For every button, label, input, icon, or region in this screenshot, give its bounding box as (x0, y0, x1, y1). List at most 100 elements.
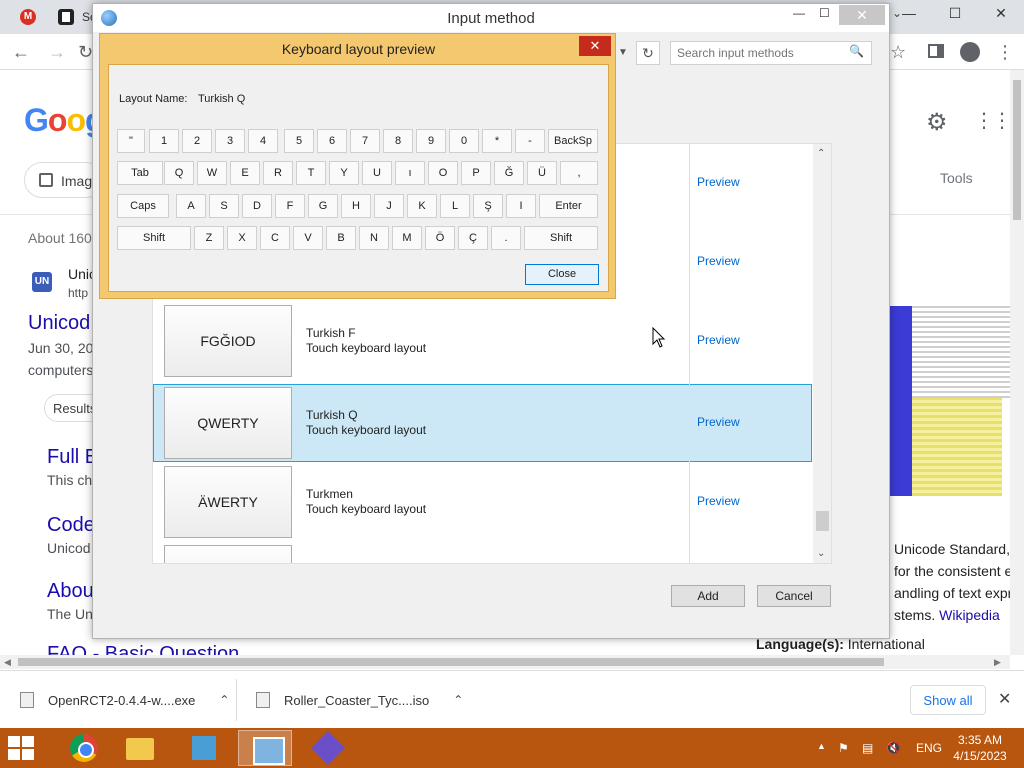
wikipedia-link[interactable]: Wikipedia (939, 607, 1000, 623)
maximize-icon[interactable]: ☐ (932, 0, 978, 28)
installer-taskbar-icon[interactable] (300, 730, 354, 766)
scroll-left-icon[interactable]: ◀ (4, 655, 11, 669)
key[interactable]: " (117, 129, 145, 153)
control-panel-taskbar-icon[interactable] (238, 730, 292, 766)
cancel-button[interactable]: Cancel (757, 585, 831, 607)
key[interactable]: * (482, 129, 512, 153)
key[interactable]: J (374, 194, 404, 218)
scrollbar-thumb[interactable] (18, 658, 884, 666)
result-title-link[interactable]: Full E (47, 446, 98, 469)
key[interactable]: 6 (317, 129, 347, 153)
list-item-selected[interactable]: QWERTY Turkish Q Touch keyboard layout P… (153, 384, 812, 462)
tab-favicon-m[interactable]: M (20, 9, 36, 25)
scroll-up-icon[interactable]: ⌃ (817, 148, 825, 159)
key[interactable]: Ü (527, 161, 557, 185)
key[interactable]: E (230, 161, 260, 185)
key[interactable]: M (392, 226, 422, 250)
key[interactable]: O (428, 161, 458, 185)
vertical-scrollbar[interactable] (1010, 70, 1024, 655)
key[interactable]: , (560, 161, 598, 185)
key[interactable]: V (293, 226, 323, 250)
list-item[interactable]: ÄWERTY Turkmen Touch keyboard layout Pre… (153, 463, 812, 541)
add-button[interactable]: Add (671, 585, 745, 607)
shift-key-left[interactable]: Shift (117, 226, 191, 250)
horizontal-scrollbar[interactable]: ◀ ▶ (0, 655, 1010, 669)
key[interactable]: T (296, 161, 326, 185)
download-item[interactable]: OpenRCT2-0.4.4-w....exe ⌃ (20, 671, 229, 729)
windows-start-icon[interactable] (8, 736, 34, 760)
result-title-link[interactable]: FAQ - Basic Question (47, 643, 239, 655)
key[interactable]: N (359, 226, 389, 250)
scrollbar-thumb[interactable] (816, 511, 829, 531)
tab-key[interactable]: Tab (117, 161, 163, 185)
forward-icon[interactable]: → (48, 42, 66, 63)
key[interactable]: U (362, 161, 392, 185)
tab-favicon-doc-icon[interactable] (58, 9, 74, 25)
key[interactable]: I (506, 194, 536, 218)
shift-key-right[interactable]: Shift (524, 226, 598, 250)
preview-link[interactable]: Preview (697, 254, 740, 268)
key[interactable]: 0 (449, 129, 479, 153)
preview-link[interactable]: Preview (697, 415, 740, 429)
reload-icon[interactable]: ↻ (78, 42, 93, 63)
tools-link[interactable]: Tools (940, 170, 973, 186)
minimize-icon[interactable]: — (793, 6, 805, 20)
language-indicator[interactable]: ENG (916, 741, 942, 755)
caps-lock-key[interactable]: Caps (117, 194, 169, 218)
chrome-taskbar-icon[interactable] (56, 730, 110, 766)
download-item[interactable]: Roller_Coaster_Tyc....iso ⌃ (256, 671, 463, 729)
key[interactable]: C (260, 226, 290, 250)
clock-time[interactable]: 3:35 AM (954, 733, 1006, 747)
key[interactable]: 3 (215, 129, 245, 153)
key[interactable]: Z (194, 226, 224, 250)
key[interactable]: B (326, 226, 356, 250)
key[interactable]: W (197, 161, 227, 185)
search-input[interactable] (670, 41, 872, 65)
key[interactable]: Ç (458, 226, 488, 250)
scroll-down-icon[interactable]: ⌄ (817, 548, 825, 559)
close-button[interactable]: Close (525, 264, 599, 285)
app-taskbar-icon[interactable] (176, 730, 230, 766)
result-title-link[interactable]: Unicod (28, 312, 90, 335)
clock-date[interactable]: 4/15/2023 (950, 749, 1010, 763)
backspace-key[interactable]: BackSp (548, 129, 598, 153)
key[interactable]: 2 (182, 129, 212, 153)
tray-overflow-icon[interactable]: ▲ (817, 741, 826, 751)
search-icon[interactable]: 🔍 (849, 44, 864, 58)
browser-menu-icon[interactable]: ⋮ (996, 42, 1014, 63)
profile-avatar-icon[interactable] (960, 42, 980, 62)
key[interactable]: 8 (383, 129, 413, 153)
key[interactable]: L (440, 194, 470, 218)
preview-link[interactable]: Preview (697, 333, 740, 347)
key[interactable]: D (242, 194, 272, 218)
key[interactable]: Ğ (494, 161, 524, 185)
key[interactable]: . (491, 226, 521, 250)
key[interactable]: H (341, 194, 371, 218)
key[interactable]: 7 (350, 129, 380, 153)
close-icon[interactable]: ✕ (579, 36, 611, 56)
chevron-up-icon[interactable]: ⌃ (219, 693, 229, 707)
result-title-link[interactable]: Abou (47, 580, 94, 603)
key[interactable]: F (275, 194, 305, 218)
scrollbar-thumb[interactable] (1013, 80, 1021, 220)
show-all-button[interactable]: Show all (910, 685, 986, 715)
key[interactable]: 4 (248, 129, 278, 153)
key[interactable]: 1 (149, 129, 179, 153)
key[interactable]: S (209, 194, 239, 218)
key[interactable]: G (308, 194, 338, 218)
settings-gear-icon[interactable]: ⚙ (926, 108, 948, 137)
key[interactable]: ı (395, 161, 425, 185)
key[interactable]: Ö (425, 226, 455, 250)
key[interactable]: R (263, 161, 293, 185)
list-scrollbar[interactable]: ⌃ ⌄ (813, 144, 831, 563)
unicode-site-favicon[interactable]: UN (32, 272, 52, 292)
maximize-icon[interactable]: ☐ (819, 6, 830, 20)
list-item[interactable]: FGĞIOD Turkish F Touch keyboard layout P… (153, 302, 812, 380)
file-explorer-taskbar-icon[interactable] (112, 730, 166, 766)
close-icon[interactable]: ✕ (998, 689, 1011, 709)
volume-muted-icon[interactable]: 🔇 (886, 741, 901, 755)
network-icon[interactable]: ▤ (862, 741, 873, 755)
action-center-flag-icon[interactable]: ⚑ (838, 741, 849, 755)
key[interactable]: K (407, 194, 437, 218)
bookmark-star-icon[interactable]: ☆ (890, 42, 906, 63)
